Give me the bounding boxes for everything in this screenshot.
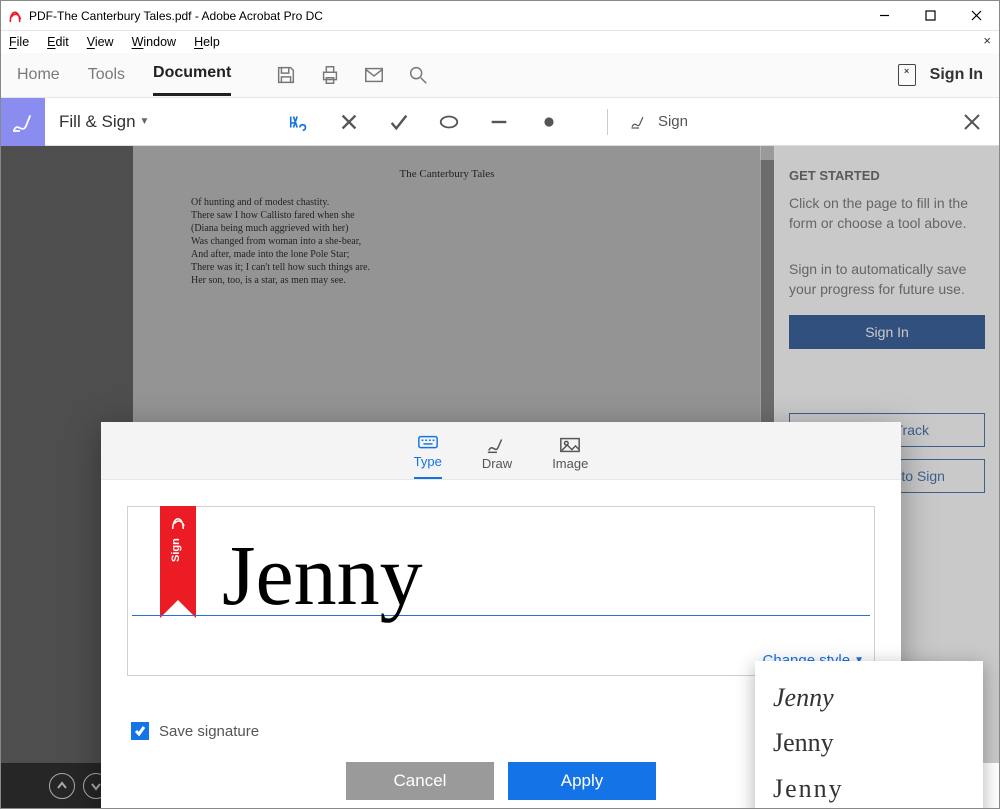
add-line-tool[interactable] bbox=[487, 110, 511, 134]
close-window-button[interactable] bbox=[953, 1, 999, 31]
fill-sign-icon[interactable] bbox=[1, 98, 45, 146]
style-option-3[interactable]: Jenny bbox=[755, 772, 983, 806]
add-text-tool[interactable] bbox=[287, 110, 311, 134]
sign-in-area: Sign In bbox=[898, 64, 983, 86]
save-icon[interactable] bbox=[275, 64, 297, 86]
acrobat-icon bbox=[7, 8, 23, 24]
menubar-close-icon[interactable]: × bbox=[983, 33, 991, 48]
style-option-2[interactable]: Jenny bbox=[755, 726, 983, 760]
fill-sign-tools: Sign bbox=[287, 109, 688, 135]
menu-edit[interactable]: Edit bbox=[47, 35, 69, 49]
sign-label: Sign bbox=[658, 113, 688, 130]
mobile-link-icon[interactable] bbox=[898, 64, 916, 86]
menu-help[interactable]: Help bbox=[194, 35, 220, 49]
panel-heading: GET STARTED bbox=[775, 146, 999, 189]
menu-view[interactable]: View bbox=[87, 35, 114, 49]
tab-image-label: Image bbox=[552, 456, 588, 471]
sign-dropdown[interactable]: Sign bbox=[607, 109, 688, 135]
app-window: PDF-The Canterbury Tales.pdf - Adobe Acr… bbox=[0, 0, 1000, 809]
search-icon[interactable] bbox=[407, 64, 429, 86]
fill-sign-dropdown[interactable]: Fill & Sign ▼ bbox=[59, 112, 149, 132]
panel-signin-button[interactable]: Sign In bbox=[789, 315, 985, 349]
signature-tab-bar: Type Draw Image bbox=[101, 422, 901, 480]
tab-home[interactable]: Home bbox=[17, 56, 60, 95]
close-toolbar-button[interactable] bbox=[963, 113, 981, 131]
menu-bar: File Edit View Window Help × bbox=[1, 31, 999, 53]
window-title: PDF-The Canterbury Tales.pdf - Adobe Acr… bbox=[29, 9, 323, 23]
minimize-button[interactable] bbox=[861, 1, 907, 31]
print-icon[interactable] bbox=[319, 64, 341, 86]
signature-preview-box[interactable]: Sign Jenny Change style ▼ bbox=[127, 506, 875, 676]
sign-here-ribbon: Sign bbox=[160, 506, 196, 600]
add-circle-tool[interactable] bbox=[437, 110, 461, 134]
signature-style-menu: Jenny Jenny Jenny Jenny bbox=[755, 661, 983, 808]
signature-tab-draw[interactable]: Draw bbox=[482, 436, 512, 479]
email-icon[interactable] bbox=[363, 64, 385, 86]
window-controls bbox=[861, 1, 999, 31]
save-signature-checkbox[interactable] bbox=[131, 722, 149, 740]
menu-window[interactable]: Window bbox=[132, 35, 176, 49]
add-x-tool[interactable] bbox=[337, 110, 361, 134]
title-bar: PDF-The Canterbury Tales.pdf - Adobe Acr… bbox=[1, 1, 999, 31]
primary-tab-bar: Home Tools Document Sign In bbox=[1, 53, 999, 98]
tab-type-label: Type bbox=[414, 454, 442, 469]
sign-in-link[interactable]: Sign In bbox=[930, 66, 983, 84]
add-dot-tool[interactable] bbox=[537, 110, 561, 134]
save-signature-label: Save signature bbox=[159, 723, 259, 740]
apply-button[interactable]: Apply bbox=[508, 762, 656, 800]
signature-tab-type[interactable]: Type bbox=[414, 434, 442, 479]
menu-file[interactable]: File bbox=[9, 35, 29, 49]
tab-draw-label: Draw bbox=[482, 456, 512, 471]
style-option-1[interactable]: Jenny bbox=[755, 681, 983, 715]
content-area: The Canterbury Tales Of hunting and of m… bbox=[1, 146, 999, 808]
signature-text: Jenny bbox=[222, 507, 423, 645]
add-check-tool[interactable] bbox=[387, 110, 411, 134]
panel-text-1: Click on the page to fill in the form or… bbox=[775, 189, 999, 237]
fill-sign-toolbar: Fill & Sign ▼ Sign bbox=[1, 98, 999, 146]
panel-text-2: Sign in to automatically save your progr… bbox=[775, 255, 999, 303]
signature-tab-image[interactable]: Image bbox=[552, 436, 588, 479]
prev-page-button[interactable] bbox=[49, 773, 75, 799]
tab-document[interactable]: Document bbox=[153, 54, 231, 96]
chevron-down-icon: ▼ bbox=[140, 116, 150, 127]
tab-tools[interactable]: Tools bbox=[88, 56, 125, 95]
fill-sign-label: Fill & Sign bbox=[59, 112, 136, 132]
maximize-button[interactable] bbox=[907, 1, 953, 31]
cancel-button[interactable]: Cancel bbox=[346, 762, 494, 800]
ribbon-label: Sign bbox=[170, 538, 182, 562]
